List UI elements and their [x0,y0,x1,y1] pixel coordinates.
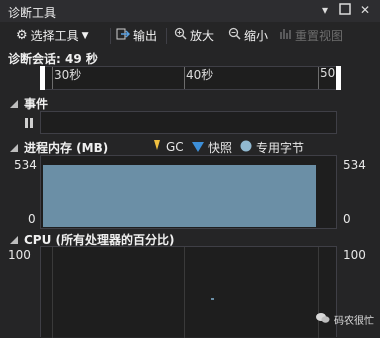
cpu-gridline [52,247,53,338]
chevron-down-icon: ▼ [81,31,89,41]
memory-usage-area [43,165,316,227]
cpu-y-max-right: 100 [343,248,366,262]
wechat-icon [316,312,330,327]
events-track[interactable] [40,111,337,134]
legend-private-bytes-label: 专用字节 [256,141,305,155]
export-icon [116,27,131,46]
zoom-in-icon [174,27,187,45]
gc-icon [152,139,162,154]
legend-snapshot-label: 快照 [208,141,233,155]
legend-gc: GC [152,139,184,154]
zoom-out-label: 缩小 [244,29,269,43]
ruler-tick-label: 30秒 [54,68,82,82]
pin-icon[interactable] [338,3,352,17]
events-header[interactable]: 事件 [10,95,48,112]
cpu-chart[interactable] [40,246,337,338]
close-icon[interactable]: ✕ [358,3,372,17]
cpu-gridline [184,247,185,338]
output-label: 输出 [133,29,158,43]
reset-view-icon [280,27,292,45]
events-title: 事件 [24,97,49,111]
reset-view-label: 重置视图 [295,29,344,43]
collapse-icon [10,143,18,152]
ruler-tick [184,67,185,89]
ruler-tick [52,67,53,89]
ruler-right-handle[interactable] [336,66,341,90]
reset-view-button[interactable]: 重置视图 [280,27,343,45]
gear-icon: ⚙ [16,28,28,43]
zoom-in-label: 放大 [190,29,215,43]
zoom-in-button[interactable]: 放大 [174,27,214,45]
ruler-tick-label: 50 [320,66,336,80]
legend-gc-label: GC [166,139,184,154]
zoom-out-button[interactable]: 缩小 [228,27,268,45]
ruler-tick-label: 40秒 [186,68,214,82]
session-duration: 诊断会话: 49 秒 [8,52,98,66]
watermark-text: 码农很忙 [334,316,374,327]
collapse-icon [10,99,18,108]
select-tool-button[interactable]: ⚙ 选择工具 ▼ [16,27,89,45]
select-tool-label: 选择工具 [30,29,79,43]
collapse-icon [10,235,18,244]
zoom-out-icon [228,27,241,45]
memory-title: 进程内存 (MB) [24,141,109,155]
dropdown-icon[interactable]: ▾ [318,3,332,17]
cpu-y-max-left: 100 [8,248,31,262]
toolbar-separator [166,28,167,44]
memory-y-max-right: 534 [343,158,366,172]
legend-private-bytes: 专用字节 [240,139,304,156]
legend-snapshot: 快照 [192,139,232,156]
watermark: 码农很忙 [316,312,374,327]
memory-header[interactable]: 进程内存 (MB) [10,139,108,156]
pause-icon[interactable] [24,117,34,129]
window-title: 诊断工具 [8,6,57,20]
memory-y-min-right: 0 [343,212,351,226]
toolbar-separator [110,28,111,44]
memory-y-min-left: 0 [28,212,36,226]
output-button[interactable]: 输出 [116,27,157,45]
memory-chart[interactable] [40,155,337,229]
snapshot-icon [192,141,204,155]
private-bytes-icon [240,140,252,155]
memory-y-max-left: 534 [14,158,37,172]
ruler-tick [318,67,319,89]
cpu-usage-blip [211,298,214,300]
ruler-left-handle[interactable] [40,66,45,90]
